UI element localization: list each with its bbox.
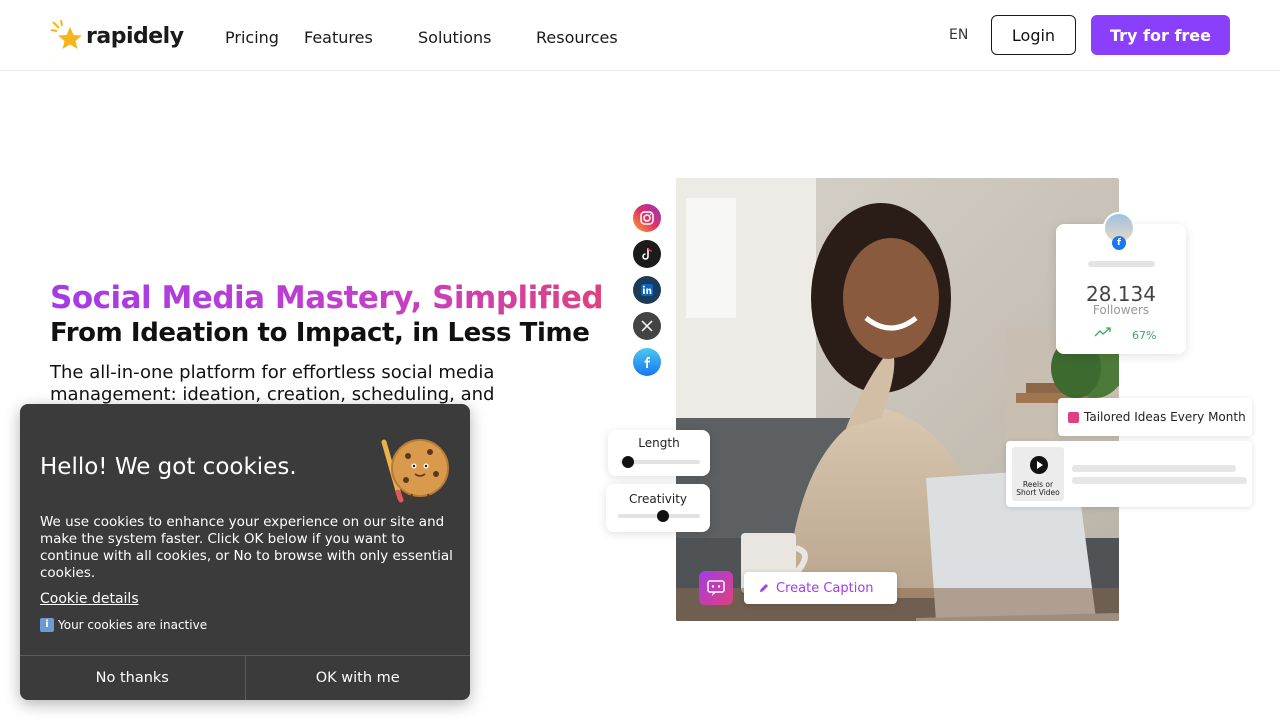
cookie-icon [381, 439, 449, 503]
nav-link-features[interactable]: Features [304, 28, 373, 47]
cookie-status: i Your cookies are inactive [40, 618, 207, 632]
cookie-description: We use cookies to enhance your experienc… [40, 514, 453, 581]
cookie-actions: No thanks OK with me [20, 655, 470, 700]
trend-up-icon [1094, 327, 1111, 337]
x-icon [633, 312, 661, 340]
reels-card: Reels or Short Video [1006, 441, 1252, 507]
length-label: Length [638, 436, 680, 450]
hero-description: The all-in-one platform for effortless s… [50, 362, 495, 405]
creativity-slider-knob[interactable] [657, 510, 670, 522]
nav-link-solutions[interactable]: Solutions [418, 28, 492, 47]
length-slider-card: Length [608, 430, 710, 476]
cookie-status-text: Your cookies are inactive [58, 618, 208, 632]
cookie-details-link[interactable]: Cookie details [40, 591, 139, 607]
calendar-icon [1068, 411, 1079, 423]
instagram-icon [633, 204, 661, 232]
video-thumb: Reels or Short Video [1012, 447, 1064, 501]
info-icon: i [40, 618, 54, 632]
nav-link-pricing[interactable]: Pricing [225, 28, 279, 47]
play-icon [1030, 456, 1048, 474]
hero-subheadline: From Ideation to Impact, in Less Time [50, 318, 590, 348]
followers-growth: 67% [1132, 329, 1157, 342]
placeholder-bar [1072, 465, 1236, 472]
tailored-ideas-label: Tailored Ideas Every Month [1084, 410, 1246, 424]
length-slider-knob[interactable] [622, 456, 634, 468]
followers-label: Followers [1092, 303, 1150, 317]
language-selector[interactable]: EN [949, 27, 968, 43]
reels-label-line2: Short Video [1016, 488, 1060, 497]
linkedin-icon [633, 276, 661, 304]
placeholder-bar [1072, 477, 1247, 484]
creativity-slider-card: Creativity [606, 484, 710, 532]
try-for-free-button[interactable]: Try for free [1091, 15, 1230, 55]
tailored-ideas-pill: Tailored Ideas Every Month [1058, 398, 1252, 436]
top-navigation: rapidely Pricing Features Solutions Reso… [0, 0, 1280, 71]
creativity-label: Creativity [628, 492, 688, 506]
logo[interactable]: rapidely [50, 18, 184, 54]
hero-photo [676, 178, 1119, 621]
ai-caption-icon [699, 571, 733, 605]
cookie-consent-dialog: Hello! We got cookies. We use cookies to… [20, 404, 470, 700]
star-logo-icon [50, 19, 82, 49]
followers-card: f 28.134 Followers 67% [1056, 212, 1186, 354]
tiktok-icon [633, 240, 661, 268]
create-caption-button[interactable]: Create Caption [744, 572, 897, 604]
facebook-icon [633, 348, 661, 376]
create-caption-label: Create Caption [776, 580, 874, 596]
hero-headline: Social Media Mastery, Simplified [50, 280, 604, 316]
login-button[interactable]: Login [991, 15, 1076, 55]
cookie-title: Hello! We got cookies. [40, 454, 297, 480]
placeholder-bar [1088, 261, 1155, 267]
logo-text: rapidely [86, 23, 184, 49]
ok-with-me-button[interactable]: OK with me [244, 656, 471, 700]
nav-link-resources[interactable]: Resources [536, 28, 618, 47]
no-thanks-button[interactable]: No thanks [20, 656, 245, 700]
pencil-icon [760, 584, 768, 592]
facebook-badge-icon: f [1112, 236, 1126, 250]
